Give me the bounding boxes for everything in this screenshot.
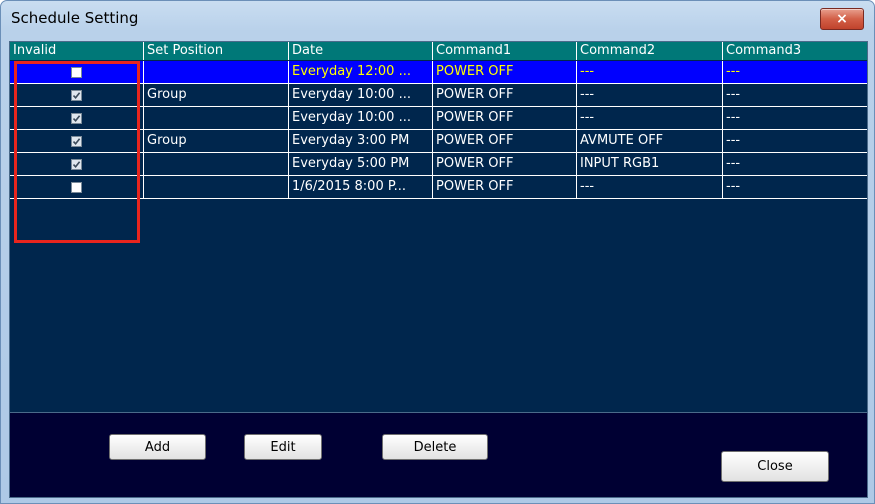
column-header-date[interactable]: Date	[288, 42, 432, 60]
column-header-command2[interactable]: Command2	[576, 42, 722, 60]
command3-cell: ---	[722, 61, 867, 83]
command1-cell: POWER OFF	[432, 107, 576, 129]
invalid-checkbox[interactable]	[71, 112, 82, 124]
column-header-set-position[interactable]: Set Position	[143, 42, 288, 60]
invalid-cell	[10, 130, 143, 152]
command1-cell: POWER OFF	[432, 84, 576, 106]
invalid-cell	[10, 107, 143, 129]
date-cell: Everyday 5:00 PM	[288, 153, 432, 175]
table-row[interactable]: Group Everyday 10:00 ... POWER OFF --- -…	[10, 84, 867, 107]
window-title: Schedule Setting	[11, 9, 139, 27]
invalid-checkbox[interactable]	[71, 66, 82, 78]
set-position-cell	[143, 107, 288, 129]
table-row[interactable]: Everyday 10:00 ... POWER OFF --- ---	[10, 107, 867, 130]
invalid-checkbox[interactable]	[71, 181, 82, 193]
table-row[interactable]: Everyday 12:00 ... POWER OFF --- ---	[10, 61, 867, 84]
command1-cell: POWER OFF	[432, 130, 576, 152]
grid-header: Invalid Set Position Date Command1 Comma…	[10, 42, 867, 60]
command3-cell: ---	[722, 84, 867, 106]
checkmark-icon	[72, 137, 81, 145]
command1-cell: POWER OFF	[432, 61, 576, 83]
invalid-checkbox[interactable]	[71, 135, 82, 147]
command2-cell: ---	[576, 61, 722, 83]
command1-cell: POWER OFF	[432, 153, 576, 175]
column-header-command1[interactable]: Command1	[432, 42, 576, 60]
schedule-grid: Invalid Set Position Date Command1 Comma…	[9, 41, 868, 498]
invalid-cell	[10, 153, 143, 175]
set-position-cell: Group	[143, 130, 288, 152]
date-cell: Everyday 10:00 ...	[288, 84, 432, 106]
button-bar: Add Edit Delete Close	[10, 412, 867, 497]
add-button[interactable]: Add	[109, 434, 206, 460]
column-header-invalid[interactable]: Invalid	[10, 42, 143, 60]
table-row[interactable]: 1/6/2015 8:00 P... POWER OFF --- ---	[10, 176, 867, 199]
table-row[interactable]: Group Everyday 3:00 PM POWER OFF AVMUTE …	[10, 130, 867, 153]
window-close-button[interactable]: ×	[820, 8, 864, 30]
command3-cell: ---	[722, 153, 867, 175]
date-cell: 1/6/2015 8:00 P...	[288, 176, 432, 198]
set-position-cell	[143, 153, 288, 175]
set-position-cell: Group	[143, 84, 288, 106]
invalid-cell	[10, 84, 143, 106]
date-cell: Everyday 12:00 ...	[288, 61, 432, 83]
table-row[interactable]: Everyday 5:00 PM POWER OFF INPUT RGB1 --…	[10, 153, 867, 176]
checkmark-icon	[72, 160, 81, 168]
checkmark-icon	[72, 91, 81, 99]
invalid-checkbox[interactable]	[71, 89, 82, 101]
delete-button[interactable]: Delete	[382, 434, 488, 460]
schedule-setting-window: Schedule Setting × Invalid Set Position …	[0, 0, 875, 504]
invalid-cell	[10, 61, 143, 83]
command2-cell: INPUT RGB1	[576, 153, 722, 175]
command2-cell: AVMUTE OFF	[576, 130, 722, 152]
set-position-cell	[143, 176, 288, 198]
invalid-cell	[10, 176, 143, 198]
command2-cell: ---	[576, 176, 722, 198]
command2-cell: ---	[576, 107, 722, 129]
command3-cell: ---	[722, 107, 867, 129]
grid-rows: Everyday 12:00 ... POWER OFF --- --- Gro…	[10, 61, 867, 199]
command3-cell: ---	[722, 176, 867, 198]
command2-cell: ---	[576, 84, 722, 106]
date-cell: Everyday 10:00 ...	[288, 107, 432, 129]
command1-cell: POWER OFF	[432, 176, 576, 198]
set-position-cell	[143, 61, 288, 83]
close-button[interactable]: Close	[721, 451, 829, 482]
column-header-command3[interactable]: Command3	[722, 42, 867, 60]
invalid-checkbox[interactable]	[71, 158, 82, 170]
date-cell: Everyday 3:00 PM	[288, 130, 432, 152]
close-icon: ×	[836, 11, 848, 27]
checkmark-icon	[72, 114, 81, 122]
command3-cell: ---	[722, 130, 867, 152]
edit-button[interactable]: Edit	[244, 434, 322, 460]
